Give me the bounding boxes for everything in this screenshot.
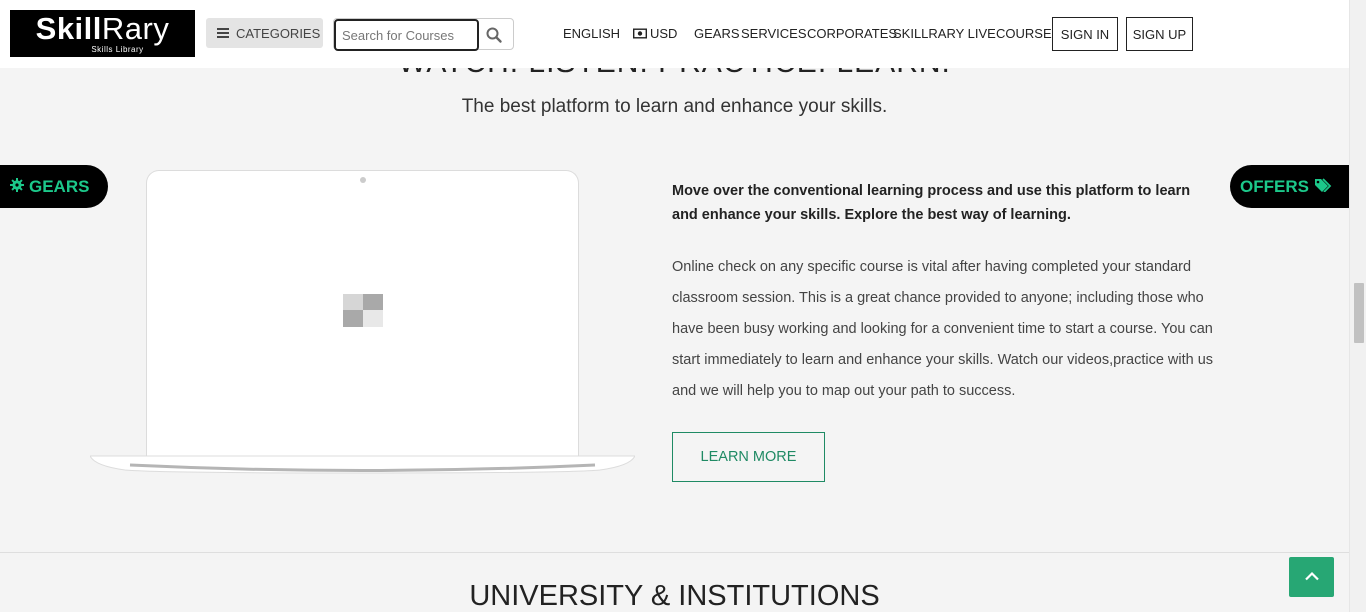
loading-placeholder-icon [343,294,383,327]
body-paragraph: Online check on any specific course is v… [672,259,1214,399]
search-icon[interactable] [485,26,503,44]
sign-up-button[interactable]: SIGN UP [1126,17,1193,51]
top-navbar: SkillRary Skills Library CATEGORIES ENGL… [0,0,1349,68]
section-subtitle: The best platform to learn and enhance y… [461,96,888,117]
nav-corporates[interactable]: CORPORATES [807,26,897,41]
nav-gears[interactable]: GEARS [694,26,740,41]
scroll-to-top-button[interactable] [1289,557,1334,597]
logo-wordmark: SkillRary [35,11,170,46]
learn-more-button[interactable]: LEARN MORE [672,432,825,482]
gears-side-tab[interactable]: GEARS [0,165,108,208]
currency-selector[interactable]: USD [632,26,678,42]
gear-icon [10,177,24,197]
section-divider [0,552,1349,553]
logo-tagline: Skills Library [91,45,144,54]
language-selector[interactable]: ENGLISH [563,26,620,41]
laptop-base [89,454,636,474]
money-bill-icon [632,27,648,42]
sign-in-button[interactable]: SIGN IN [1052,17,1118,51]
categories-label: CATEGORIES [236,25,321,41]
gears-tab-label: GEARS [29,176,90,196]
laptop-camera-dot [360,177,366,183]
laptop-video-frame[interactable] [146,170,579,456]
categories-button[interactable]: CATEGORIES [206,18,323,48]
university-section-heading: UNIVERSITY & INSTITUTIONS [469,580,880,612]
tags-icon [1314,177,1332,197]
skillrary-logo[interactable]: SkillRary Skills Library [10,10,195,57]
nav-course[interactable]: COURSE [996,26,1052,41]
lead-paragraph: Move over the conventional learning proc… [672,183,1191,223]
scrollbar-thumb[interactable] [1354,283,1364,343]
nav-services[interactable]: SERVICES [741,26,807,41]
hamburger-icon [217,28,229,38]
nav-skillrary-live[interactable]: SKILLRARY LIVE [893,26,996,41]
chevron-up-icon [1304,568,1320,586]
offers-tab-label: OFFERS [1240,176,1309,196]
currency-label: USD [650,26,678,41]
offers-side-tab[interactable]: OFFERS [1230,165,1349,208]
search-input[interactable] [334,19,479,51]
page-scrollbar[interactable] [1349,0,1366,612]
search-bar [333,18,514,51]
